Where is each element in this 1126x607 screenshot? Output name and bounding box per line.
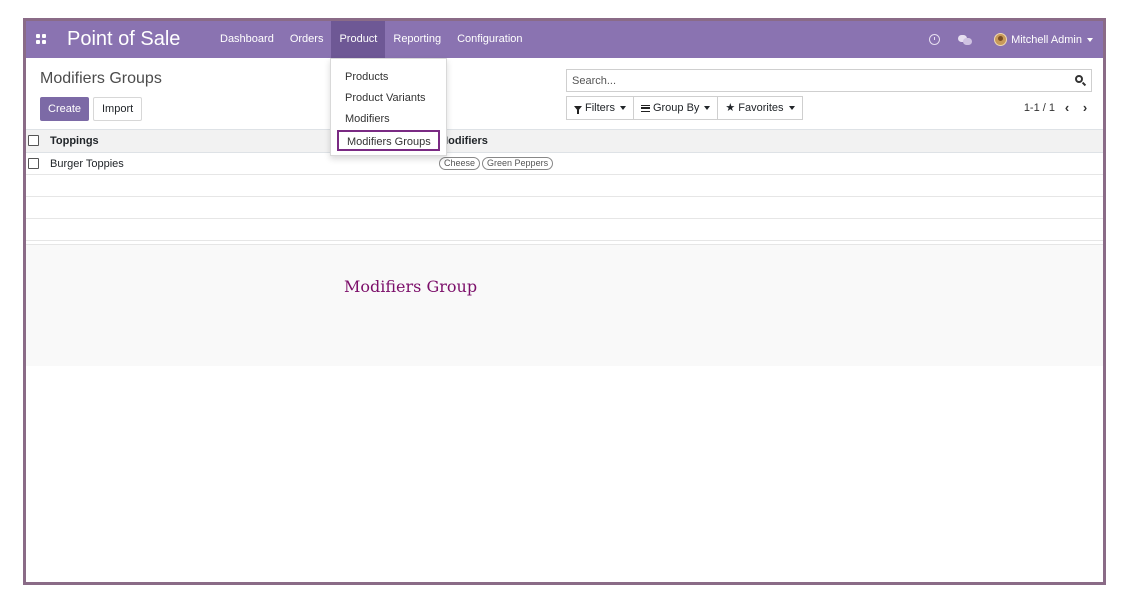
activity-clock-icon[interactable] <box>929 34 941 45</box>
breadcrumb: Modifiers Groups <box>40 70 162 87</box>
pager: 1-1 / 1 ‹ › <box>1024 101 1091 114</box>
main-menu: Dashboard Orders Product Reporting Confi… <box>212 21 531 58</box>
star-icon: ★ <box>725 101 736 114</box>
filter-funnel-icon <box>574 105 582 114</box>
favorites-label: Favorites <box>738 102 784 114</box>
tag: Green Peppers <box>482 157 554 170</box>
filters-label: Filters <box>585 102 615 114</box>
dropdown-item-product-variants[interactable]: Product Variants <box>331 88 446 109</box>
empty-row <box>26 219 1103 241</box>
create-button[interactable]: Create <box>40 97 90 121</box>
navbar-systray: Mitchell Admin <box>929 21 1103 58</box>
group-by-button[interactable]: Group By <box>632 96 719 120</box>
menu-product[interactable]: Product <box>331 21 386 58</box>
empty-row <box>26 197 1103 219</box>
empty-row <box>26 175 1103 197</box>
search-input[interactable] <box>567 70 1057 91</box>
product-dropdown-menu: Products Product Variants Modifiers Modi… <box>330 58 447 156</box>
row-name: Burger Toppies <box>50 158 124 170</box>
chevron-down-icon <box>619 106 626 110</box>
dropdown-item-modifiers[interactable]: Modifiers <box>331 109 446 130</box>
chevron-down-icon <box>704 106 711 110</box>
chevron-down-icon <box>1087 37 1093 42</box>
column-header-toppings[interactable]: Toppings <box>50 135 99 147</box>
pager-next-icon[interactable]: › <box>1079 101 1091 114</box>
search-bar <box>566 69 1092 92</box>
list-view: Toppings Modifiers Burger Toppies Cheese… <box>26 129 1103 241</box>
user-menu[interactable]: Mitchell Admin <box>994 33 1093 46</box>
import-button[interactable]: Import <box>93 97 143 121</box>
row-checkbox[interactable] <box>28 158 39 169</box>
list-header: Toppings Modifiers <box>26 129 1103 153</box>
menu-dashboard[interactable]: Dashboard <box>212 21 282 58</box>
filters-button[interactable]: Filters <box>566 96 634 120</box>
search-options: Filters Group By ★ Favorites <box>566 96 803 120</box>
caption-text: Modifiers Group <box>344 277 478 296</box>
chevron-down-icon <box>788 106 795 110</box>
table-row[interactable]: Burger Toppies Cheese Green Peppers <box>26 153 1103 175</box>
menu-configuration[interactable]: Configuration <box>449 21 530 58</box>
dropdown-item-modifiers-groups[interactable]: Modifiers Groups <box>337 130 440 151</box>
footer-area <box>26 244 1103 366</box>
apps-grid-icon[interactable] <box>36 34 46 44</box>
app-title[interactable]: Point of Sale <box>67 27 180 51</box>
user-name: Mitchell Admin <box>1011 33 1082 46</box>
group-by-bars-icon <box>640 104 650 112</box>
messaging-chat-icon[interactable] <box>958 34 973 45</box>
select-all-checkbox[interactable] <box>28 135 39 146</box>
app-window: Point of Sale Dashboard Orders Product R… <box>23 18 1106 585</box>
favorites-button[interactable]: ★ Favorites <box>717 96 803 120</box>
pager-previous-icon[interactable]: ‹ <box>1061 101 1073 114</box>
search-icon[interactable] <box>1075 75 1087 87</box>
modifier-tags: Cheese Green Peppers <box>439 157 555 170</box>
pager-value[interactable]: 1-1 / 1 <box>1024 102 1055 114</box>
tag: Cheese <box>439 157 481 170</box>
avatar <box>994 33 1008 46</box>
dropdown-item-products[interactable]: Products <box>331 67 446 88</box>
top-navbar: Point of Sale Dashboard Orders Product R… <box>26 21 1103 58</box>
group-by-label: Group By <box>652 102 700 114</box>
menu-reporting[interactable]: Reporting <box>385 21 449 58</box>
menu-orders[interactable]: Orders <box>282 21 332 58</box>
